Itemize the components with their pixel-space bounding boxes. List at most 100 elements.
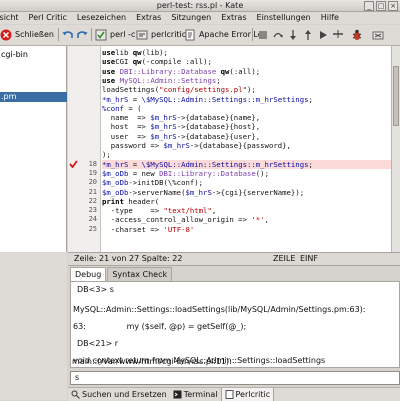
debug-run-button[interactable] — [317, 27, 329, 42]
output-line: DB<3> s — [77, 285, 114, 294]
code-line[interactable]: password => $m_hrS->{database}{password}… — [102, 141, 392, 150]
tab-search-replace[interactable]: Suchen und Ersetzen — [68, 388, 170, 401]
line-number: 22 — [88, 196, 97, 205]
menu-hilfe[interactable]: Hilfe — [316, 12, 344, 24]
tab-terminal[interactable]: Terminal — [170, 388, 221, 401]
apache-error-log-button[interactable]: Apache Error Log — [184, 27, 268, 42]
menu-sitzungen[interactable]: Sitzungen — [166, 12, 216, 24]
line-mode: ZEILE — [273, 254, 296, 263]
tab-syntax-check[interactable]: Syntax Check — [107, 267, 173, 281]
menu-extras[interactable]: Extras — [131, 12, 166, 24]
debug-stop-button[interactable] — [257, 27, 269, 42]
tab-perlcritic-label: Perlcritic — [235, 389, 271, 399]
code-line[interactable]: *m_hrS = \$MySQL::Admin::Settings::m_hrS… — [102, 95, 392, 104]
line-number: 23 — [88, 206, 97, 215]
code-line[interactable]: $m_oDb->initDB(\%conf); — [102, 178, 392, 187]
breakpoint-icon — [333, 29, 343, 38]
document-icon — [225, 390, 233, 399]
check-icon — [95, 29, 107, 40]
perlcritic-icon — [136, 30, 148, 39]
perlcritic-label: perlcritic — [151, 30, 187, 39]
perlcritic-button[interactable]: perlcritic — [136, 27, 186, 42]
debug-step-out-button[interactable] — [302, 27, 314, 42]
line-number-gutter: 18 19 20 21 22 23 24 25 — [68, 46, 101, 252]
minimize-button[interactable]: _ — [364, 1, 374, 11]
debug-output-panel: DB<3> s MySQL::Admin::Settings::loadSett… — [70, 281, 400, 368]
code-editor[interactable]: 18 19 20 21 22 23 24 25 uselib qw(lib); useCGI q… — [68, 46, 400, 252]
undo-button[interactable] — [62, 27, 74, 42]
redo-button[interactable] — [76, 27, 88, 42]
scrollbar-thumb[interactable] — [393, 66, 399, 126]
code-line[interactable]: $m_oDb = new DBI::Library::Database(); — [102, 169, 392, 178]
file-list-item[interactable]: cgi-bin — [0, 50, 67, 60]
code-line[interactable]: uselib qw(lib); — [102, 48, 392, 57]
debug-toggle-breakpoint-button[interactable] — [332, 27, 344, 42]
menu-perl-critic[interactable]: Perl Critic — [24, 12, 72, 24]
perl-c-button[interactable]: perl -c — [95, 27, 135, 42]
debug-bug-button[interactable] — [351, 27, 363, 42]
output-line: MySQL::Admin::Settings::loadSettings(lib… — [73, 305, 366, 314]
code-line[interactable]: *m_hrS = \$MySQL::Admin::Settings::m_hrS… — [102, 159, 392, 169]
close-document-label: Schließen — [15, 30, 54, 39]
breakpoint-check-icon[interactable] — [69, 160, 78, 169]
step-over-icon — [273, 32, 283, 37]
menu-bar: Ansicht Perl Critic Lesezeichen Extras S… — [0, 12, 400, 24]
code-line[interactable]: print header( — [102, 197, 392, 206]
tab-terminal-label: Terminal — [183, 389, 218, 399]
log-icon — [185, 29, 195, 40]
code-line[interactable]: %conf = ( — [102, 104, 392, 113]
line-number: 24 — [88, 215, 97, 224]
menu-lesezeichen[interactable]: Lesezeichen — [72, 12, 131, 24]
output-line: DB<21> r — [77, 339, 119, 348]
output-line: 63: my ($self, @p) = getSelf(@_); — [73, 322, 247, 331]
debug-tabs: Debug Syntax Check — [70, 267, 173, 281]
line-number: 25 — [88, 224, 97, 233]
code-line[interactable]: user => $m_hrS->{database}{user}, — [102, 132, 392, 141]
close-document-button[interactable]: Schließen — [0, 27, 54, 42]
code-line[interactable]: -charset => 'UTF-8' — [102, 225, 392, 234]
debug-step-over-button[interactable] — [272, 27, 284, 42]
close-red-icon — [0, 29, 12, 40]
file-list-panel: cgi-bin .pm — [0, 46, 67, 252]
code-area[interactable]: uselib qw(lib); useCGI qw(-compile :all);… — [102, 46, 392, 252]
tab-perlcritic[interactable]: Perlcritic — [220, 388, 275, 401]
perl-c-label: perl -c — [110, 30, 136, 39]
terminal-icon — [173, 390, 182, 399]
step-out-icon — [305, 29, 311, 40]
code-line[interactable]: useCGI qw(-compile :all); — [102, 57, 392, 66]
code-line[interactable]: host => $m_hrS->{database}{host}, — [102, 122, 392, 131]
stop-icon — [259, 30, 267, 39]
code-line[interactable]: -type => "text/html", — [102, 206, 392, 215]
menu-einstellungen[interactable]: Einstellungen — [252, 12, 316, 24]
code-line[interactable]: -access_control_allow_origin => '*', — [102, 215, 392, 224]
step-into-icon — [290, 29, 296, 40]
debug-clear-button[interactable] — [372, 27, 384, 42]
status-bar: Zeile: 21 von 27 Spalte: 22 ZEILE EINF — [68, 252, 400, 266]
menu-ansicht[interactable]: Ansicht — [0, 12, 24, 24]
redo-icon — [77, 30, 88, 38]
toolbar: Schließen perl -c perlcritic Apache Erro… — [0, 25, 400, 46]
tab-search-replace-label: Suchen und Ersetzen — [82, 389, 167, 399]
debug-step-into-button[interactable] — [287, 27, 299, 42]
code-line[interactable]: use MySQL::Admin::Settings; — [102, 76, 392, 85]
window-title: perl-test: rss.pl - Kate — [156, 1, 244, 10]
maximize-button[interactable]: □ — [376, 1, 386, 11]
close-window-button[interactable]: × — [388, 1, 398, 11]
run-icon — [320, 30, 327, 39]
code-line[interactable]: $m_oDb->serverName($m_hrS->{cgi}{serverN… — [102, 188, 392, 197]
menu-extras-2[interactable]: Extras — [216, 12, 251, 24]
insert-mode: EINF — [300, 254, 318, 263]
file-list-item-selected[interactable]: .pm — [0, 92, 67, 102]
editor-vertical-scrollbar[interactable] — [391, 46, 400, 252]
cursor-position: Zeile: 21 von 27 Spalte: 22 — [74, 254, 183, 263]
search-icon — [71, 390, 80, 399]
debug-command-input[interactable]: s — [70, 371, 400, 385]
code-line[interactable]: loadSettings("config/settings.pl"); — [102, 85, 392, 94]
code-line[interactable]: name => $m_hrS->{database}{name}, — [102, 113, 392, 122]
tab-debug[interactable]: Debug — [70, 267, 107, 281]
bottom-tool-tabs: Suchen und Ersetzen Terminal Perlcritic — [68, 387, 400, 401]
title-bar: perl-test: rss.pl - Kate _ □ × — [0, 0, 400, 12]
code-line[interactable]: ); — [102, 150, 392, 159]
code-line[interactable]: use DBI::Library::Database qw(:all); — [102, 67, 392, 76]
clear-icon — [372, 31, 384, 39]
